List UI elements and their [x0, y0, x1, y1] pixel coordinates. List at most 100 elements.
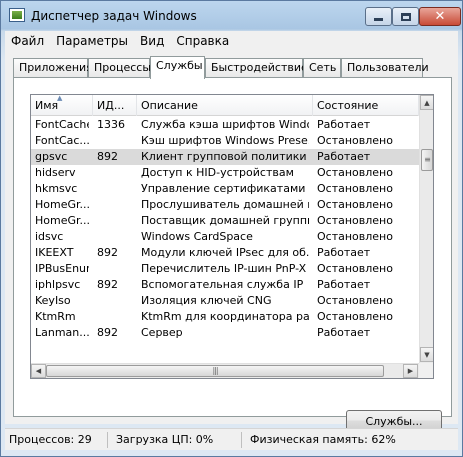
tab-network[interactable]: Сеть: [303, 58, 341, 78]
service-name-cell: gpsvc: [35, 150, 68, 163]
service-pid-cell: 1336: [97, 118, 125, 131]
service-description-cell: Прослушиватель домашней г...: [141, 198, 309, 211]
service-name-cell: idsvc: [35, 230, 64, 243]
tab-users[interactable]: Пользователи: [341, 58, 429, 78]
column-pid[interactable]: ИД...: [93, 95, 137, 116]
scroll-corner: [419, 363, 433, 378]
tab-processes[interactable]: Процессы: [88, 58, 151, 78]
table-row[interactable]: FontCache 1336 Служба кэша шрифтов Windo..…: [31, 117, 419, 133]
table-row[interactable]: IKEEXT 892 Модули ключей IPsec для об... Ра…: [31, 245, 419, 261]
service-description-cell: Доступ к HID-устройствам: [141, 166, 294, 179]
table-row[interactable]: Lanman... 892 Сервер Работает: [31, 325, 419, 341]
scroll-up-button[interactable]: ▲: [420, 95, 433, 110]
vertical-scroll-thumb[interactable]: ≡: [421, 149, 433, 171]
service-description-cell: Управление сертификатами ...: [141, 182, 309, 195]
table-row[interactable]: FontCac... Кэш шрифтов Windows Prese... Ос…: [31, 133, 419, 149]
status-bar: Процессов: 29 Загрузка ЦП: 0% Физическая…: [5, 428, 458, 450]
table-row[interactable]: iphlpsvc 892 Вспомогательная служба IP Рабо…: [31, 277, 419, 293]
table-row[interactable]: hkmsvc Управление сертификатами ... Остано…: [31, 181, 419, 197]
memory-usage: Физическая память: 62%: [250, 433, 396, 446]
service-description-cell: KtmRm для координатора ра...: [141, 310, 309, 323]
column-status[interactable]: Состояние: [313, 95, 419, 116]
service-description-cell: Windows CardSpace: [141, 230, 253, 243]
service-description-cell: Клиент групповой политики: [141, 150, 307, 163]
title-bar[interactable]: Диспетчер задач Windows ✕: [1, 1, 462, 31]
service-status-cell: Работает: [317, 118, 371, 131]
column-name[interactable]: ▲ Имя: [31, 95, 93, 116]
service-pid-cell: 892: [97, 246, 118, 259]
cpu-usage: Загрузка ЦП: 0%: [112, 432, 242, 448]
vertical-scrollbar[interactable]: ▲ ≡ ▼: [419, 95, 433, 363]
table-row[interactable]: KeyIso Изоляция ключей CNG Остановлено: [31, 293, 419, 309]
table-row[interactable]: HomeGr... Прослушиватель домашней г... Ост…: [31, 197, 419, 213]
service-status-cell: Остановлено: [317, 310, 393, 323]
process-count: Процессов: 29: [5, 432, 108, 448]
service-status-cell: Работает: [317, 278, 371, 291]
list-header: ▲ Имя ИД... Описание Состояние: [31, 95, 419, 116]
service-status-cell: Работает: [317, 246, 371, 259]
close-icon: ✕: [434, 9, 446, 24]
service-description-cell: Служба кэша шрифтов Windo...: [141, 118, 309, 131]
grip-icon: ≡: [424, 155, 431, 164]
service-status-cell: Остановлено: [317, 214, 393, 227]
service-name-cell: IKEEXT: [35, 246, 74, 259]
service-status-cell: Остановлено: [317, 294, 393, 307]
service-description-cell: Кэш шрифтов Windows Prese...: [141, 134, 309, 147]
menu-view[interactable]: Вид: [134, 34, 170, 48]
service-status-cell: Остановлено: [317, 198, 393, 211]
horizontal-scroll-thumb[interactable]: |||: [46, 365, 384, 377]
service-name-cell: FontCache: [35, 118, 89, 131]
menu-bar: Файл Параметры Вид Справка: [5, 31, 458, 51]
task-manager-icon: [9, 8, 25, 22]
task-manager-window: Диспетчер задач Windows ✕ Файл Параметры…: [0, 0, 463, 457]
minimize-button[interactable]: [365, 7, 392, 26]
service-pid-cell: 892: [97, 326, 118, 339]
services-list: ▲ Имя ИД... Описание Состояние FontCache…: [30, 94, 434, 379]
table-row[interactable]: KtmRm KtmRm для координатора ра... Останов…: [31, 309, 419, 325]
service-description-cell: Изоляция ключей CNG: [141, 294, 272, 307]
table-row[interactable]: idsvc Windows CardSpace Остановлено: [31, 229, 419, 245]
table-row[interactable]: gpsvc 892 Клиент групповой политики Работае…: [31, 149, 419, 165]
service-name-cell: hidserv: [35, 166, 76, 179]
client-area: Приложения Процессы Службы Быстродействи…: [5, 51, 458, 432]
service-description-cell: Вспомогательная служба IP: [141, 278, 304, 291]
grip-icon: |||: [212, 366, 218, 375]
service-status-cell: Остановлено: [317, 166, 393, 179]
service-status-cell: Работает: [317, 150, 371, 163]
maximize-icon: [400, 12, 411, 21]
column-description[interactable]: Описание: [137, 95, 313, 116]
service-status-cell: Остановлено: [317, 182, 393, 195]
scroll-left-button[interactable]: ◀: [31, 364, 46, 378]
menu-file[interactable]: Файл: [5, 34, 50, 48]
service-name-cell: FontCac...: [35, 134, 89, 147]
service-description-cell: Перечислитель IP-шин PnP-X: [141, 262, 307, 275]
window-title: Диспетчер задач Windows: [31, 9, 197, 23]
service-pid-cell: 892: [97, 150, 118, 163]
table-row[interactable]: IPBusEnum Перечислитель IP-шин PnP-X Остан…: [31, 261, 419, 277]
service-status-cell: Остановлено: [317, 230, 393, 243]
maximize-button[interactable]: [392, 7, 419, 26]
tab-performance[interactable]: Быстродействие: [205, 58, 308, 78]
tab-services[interactable]: Службы: [150, 56, 205, 79]
table-row[interactable]: HomeGr... Поставщик домашней группы Остано…: [31, 213, 419, 229]
service-name-cell: KtmRm: [35, 310, 76, 323]
scroll-right-button[interactable]: ▶: [403, 364, 418, 378]
service-description-cell: Поставщик домашней группы: [141, 214, 309, 227]
service-status-cell: Работает: [317, 326, 371, 339]
table-row[interactable]: hidserv Доступ к HID-устройствам Остановле…: [31, 165, 419, 181]
service-description-cell: Модули ключей IPsec для об...: [141, 246, 309, 259]
service-pid-cell: 892: [97, 278, 118, 291]
menu-help[interactable]: Справка: [170, 34, 235, 48]
close-button[interactable]: ✕: [419, 7, 461, 26]
service-name-cell: KeyIso: [35, 294, 71, 307]
scroll-down-button[interactable]: ▼: [420, 347, 433, 362]
service-name-cell: HomeGr...: [35, 198, 89, 211]
service-name-cell: hkmsvc: [35, 182, 78, 195]
minimize-icon: [374, 18, 383, 21]
tab-applications[interactable]: Приложения: [13, 58, 93, 78]
sort-up-icon: ▲: [57, 95, 63, 102]
horizontal-scrollbar[interactable]: ◀ ||| ▶: [31, 363, 419, 378]
service-status-cell: Остановлено: [317, 262, 393, 275]
menu-options[interactable]: Параметры: [50, 34, 134, 48]
service-name-cell: HomeGr...: [35, 214, 89, 227]
